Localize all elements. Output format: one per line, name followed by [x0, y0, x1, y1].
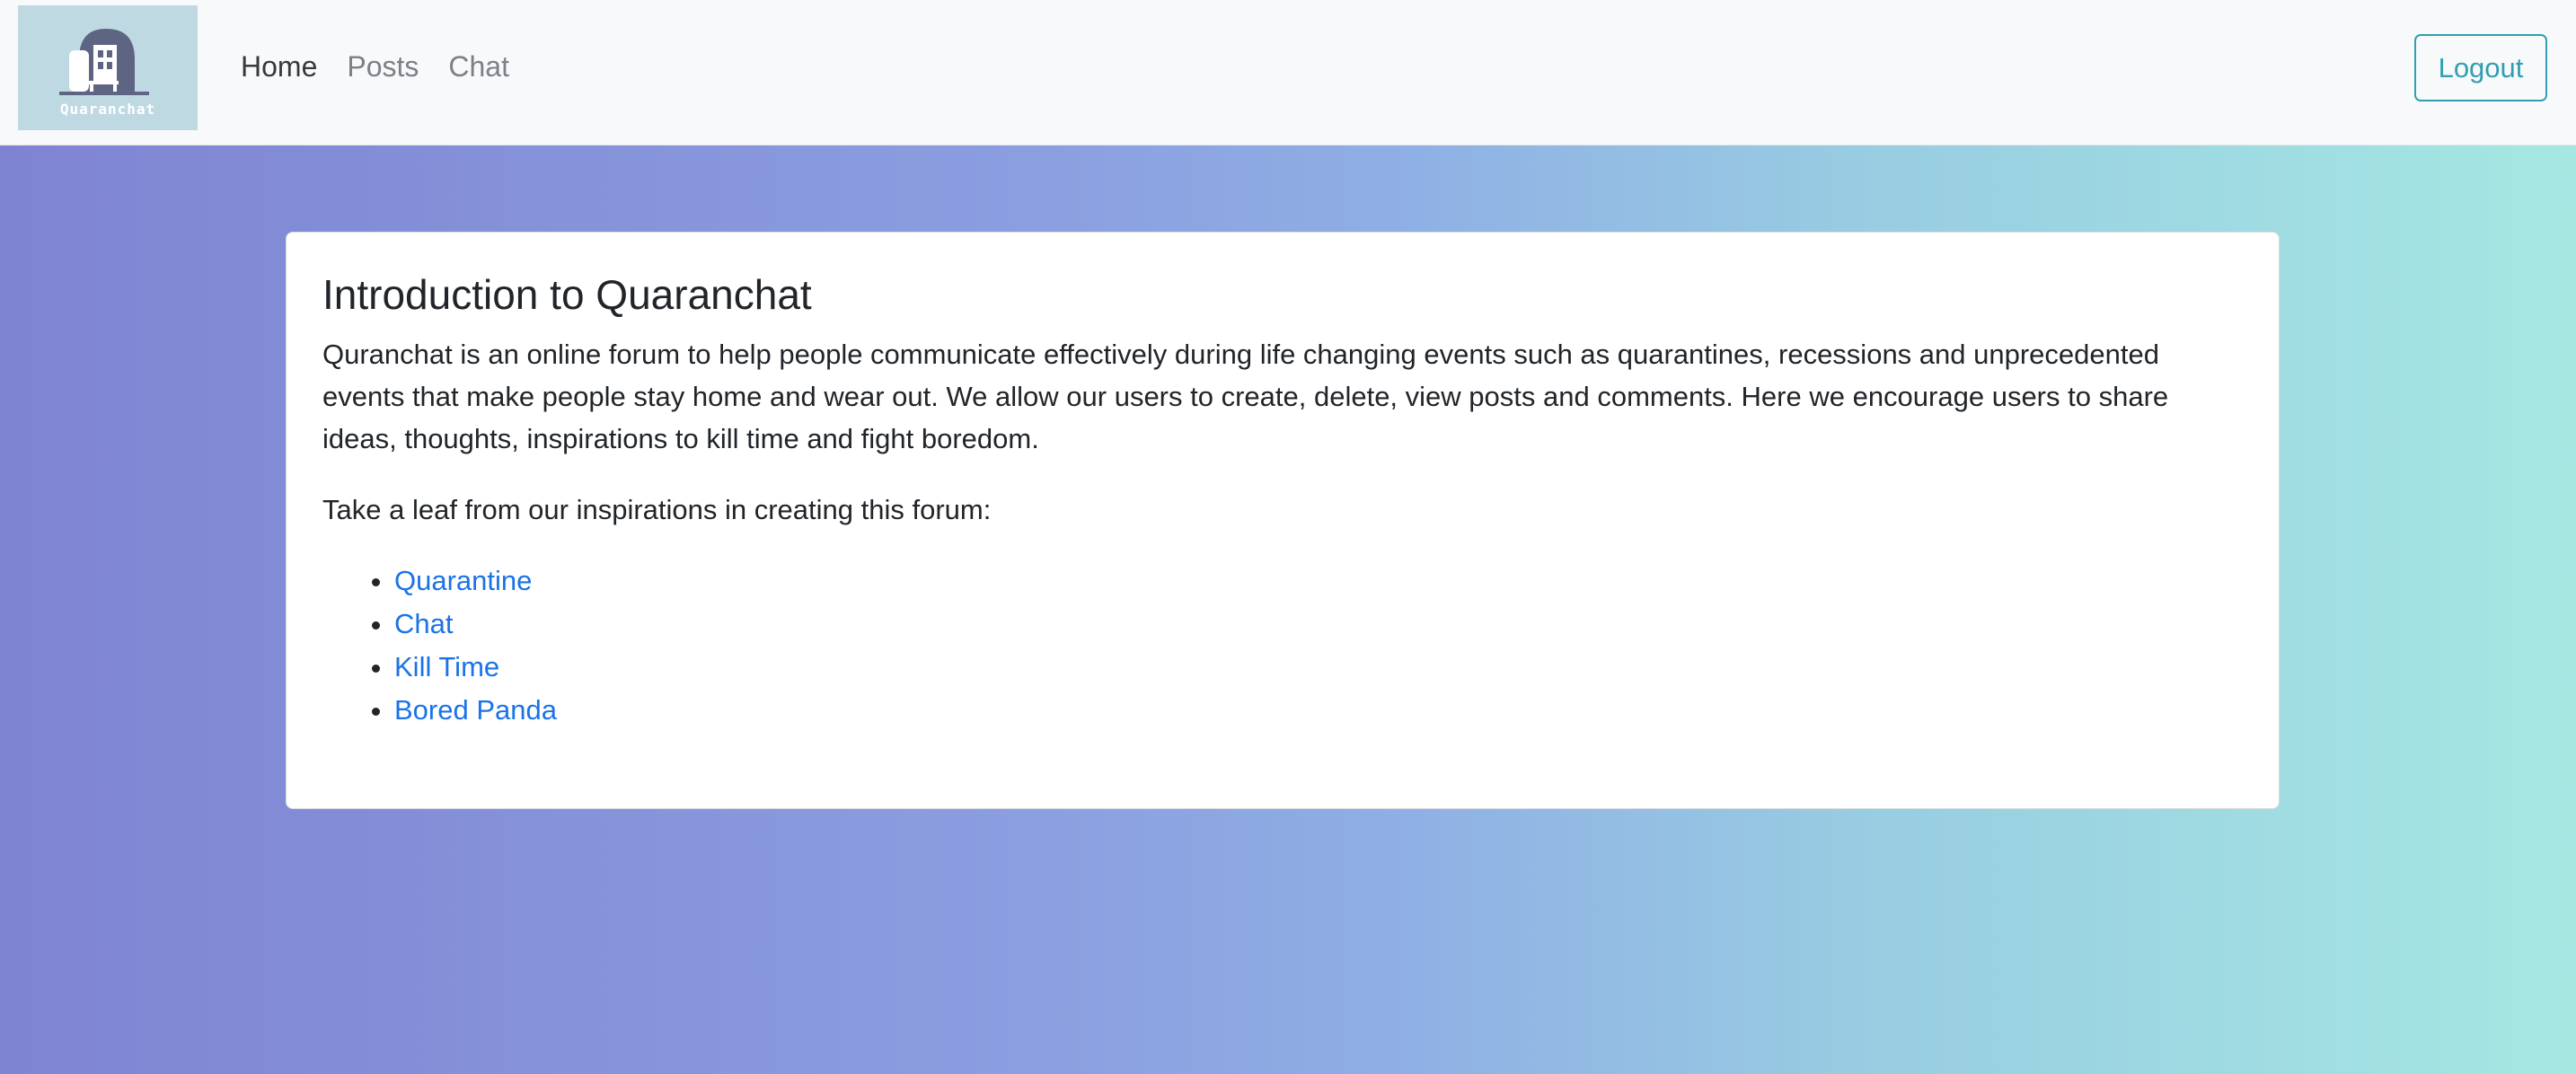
nav-links: Home Posts Chat	[241, 48, 509, 84]
inspiration-paragraph: Take a leaf from our inspirations in cre…	[322, 494, 992, 525]
brand-logo[interactable]: Quaranchat	[18, 5, 198, 130]
nav-posts[interactable]: Posts	[347, 48, 419, 84]
link-kill-time[interactable]: Kill Time	[394, 651, 499, 682]
navbar: Quaranchat Home Posts Chat Logout	[0, 0, 2576, 145]
list-item: Chat	[394, 603, 2243, 646]
nav-home[interactable]: Home	[241, 48, 317, 84]
list-item: Bored Panda	[394, 689, 2243, 732]
link-quarantine[interactable]: Quarantine	[394, 565, 532, 596]
logout-button[interactable]: Logout	[2414, 34, 2547, 101]
link-bored-panda[interactable]: Bored Panda	[394, 694, 557, 726]
intro-card: Introduction to Quaranchat Quranchat is …	[286, 232, 2280, 809]
list-item: Quarantine	[394, 559, 2243, 603]
card-title: Introduction to Quaranchat	[322, 271, 812, 318]
list-item: Kill Time	[394, 646, 2243, 689]
nav-chat[interactable]: Chat	[448, 48, 509, 84]
intro-paragraph: Quranchat is an online forum to help peo…	[322, 339, 2169, 454]
link-chat[interactable]: Chat	[394, 608, 453, 639]
logo-text: Quaranchat	[59, 101, 156, 118]
inspiration-list: Quarantine Chat Kill Time Bored Panda	[322, 559, 2243, 732]
